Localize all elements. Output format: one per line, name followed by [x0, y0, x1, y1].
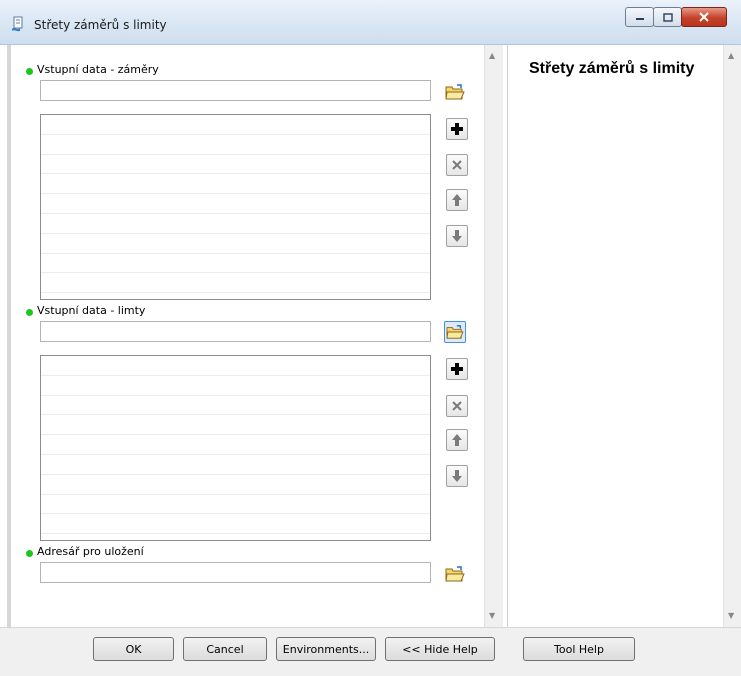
help-pane [507, 45, 724, 627]
list-row[interactable] [41, 234, 430, 254]
browse-button-zamery[interactable] [444, 81, 466, 103]
hide-help-button[interactable]: << Hide Help [385, 637, 495, 661]
list-row[interactable] [41, 475, 430, 495]
window-left-frame [7, 45, 11, 675]
browse-button-adresar[interactable] [444, 563, 466, 585]
x-icon [452, 401, 462, 411]
param-label-adresar: Adresář pro uložení [26, 545, 144, 558]
list-row[interactable] [41, 396, 430, 416]
close-icon [699, 12, 709, 22]
arrow-up-icon [452, 434, 462, 446]
input-field-limity[interactable] [40, 321, 431, 342]
list-row[interactable] [41, 495, 430, 515]
scroll-down-arrow-icon[interactable]: ▼ [489, 611, 495, 620]
help-scrollbar[interactable]: ▲ ▼ [723, 45, 741, 627]
parameters-scrollbar[interactable]: ▲ ▼ [484, 45, 503, 627]
scroll-down-arrow-icon[interactable]: ▼ [728, 611, 734, 620]
arrow-up-icon [452, 194, 462, 206]
window-controls [625, 7, 727, 29]
list-row[interactable] [41, 514, 430, 535]
list-row[interactable] [41, 376, 430, 396]
list-row[interactable] [41, 273, 430, 294]
maximize-icon [662, 12, 673, 22]
list-row[interactable] [41, 254, 430, 274]
title-bar[interactable]: Střety záměrů s limity [0, 0, 741, 45]
tool-help-button[interactable]: Tool Help [523, 637, 635, 661]
remove-button-zamery[interactable] [446, 154, 468, 176]
minimize-button[interactable] [625, 7, 654, 27]
arrow-down-icon [452, 230, 462, 242]
x-icon [452, 160, 462, 170]
minimize-icon [635, 18, 644, 20]
list-row[interactable] [41, 455, 430, 475]
list-row[interactable] [41, 356, 430, 376]
arrow-down-icon [452, 470, 462, 482]
scroll-up-arrow-icon[interactable]: ▲ [489, 51, 495, 60]
window-title: Střety záměrů s limity [34, 18, 167, 32]
close-button[interactable] [681, 7, 727, 27]
plus-icon [451, 363, 463, 375]
folder-open-icon [446, 325, 464, 339]
tool-dialog-window: Střety záměrů s limity Vstupní data - zá… [0, 0, 741, 676]
list-row[interactable] [41, 415, 430, 436]
add-button-limity[interactable] [446, 358, 468, 380]
required-indicator-icon [26, 549, 33, 557]
folder-open-icon [445, 84, 465, 100]
folder-open-icon [445, 566, 465, 582]
ok-button[interactable]: OK [93, 637, 174, 661]
input-field-adresar[interactable] [40, 562, 431, 583]
move-up-button-zamery[interactable] [446, 189, 468, 211]
list-box-limity[interactable] [40, 355, 431, 541]
move-down-button-limity[interactable] [446, 465, 468, 487]
scroll-up-arrow-icon[interactable]: ▲ [728, 51, 734, 60]
list-row[interactable] [41, 135, 430, 155]
add-button-zamery[interactable] [446, 118, 468, 140]
browse-button-limity[interactable] [444, 321, 466, 343]
list-row[interactable] [41, 155, 430, 175]
list-row[interactable] [41, 115, 430, 135]
list-row[interactable] [41, 194, 430, 214]
param-label-zamery: Vstupní data - záměry [26, 63, 159, 76]
maximize-button[interactable] [653, 7, 682, 27]
list-box-zamery[interactable] [40, 114, 431, 300]
required-indicator-icon [26, 67, 33, 75]
param-label-limity: Vstupní data - limty [26, 304, 145, 317]
remove-button-limity[interactable] [446, 395, 468, 417]
cancel-button[interactable]: Cancel [183, 637, 267, 661]
move-down-button-zamery[interactable] [446, 225, 468, 247]
list-row[interactable] [41, 214, 430, 234]
required-indicator-icon [26, 308, 33, 316]
environments-button[interactable]: Environments... [276, 637, 376, 661]
move-up-button-limity[interactable] [446, 429, 468, 451]
list-row[interactable] [41, 174, 430, 195]
plus-icon [451, 123, 463, 135]
help-title: Střety záměrů s limity [529, 60, 695, 77]
list-row[interactable] [41, 435, 430, 455]
input-field-zamery[interactable] [40, 80, 431, 101]
tool-script-icon [12, 16, 23, 32]
